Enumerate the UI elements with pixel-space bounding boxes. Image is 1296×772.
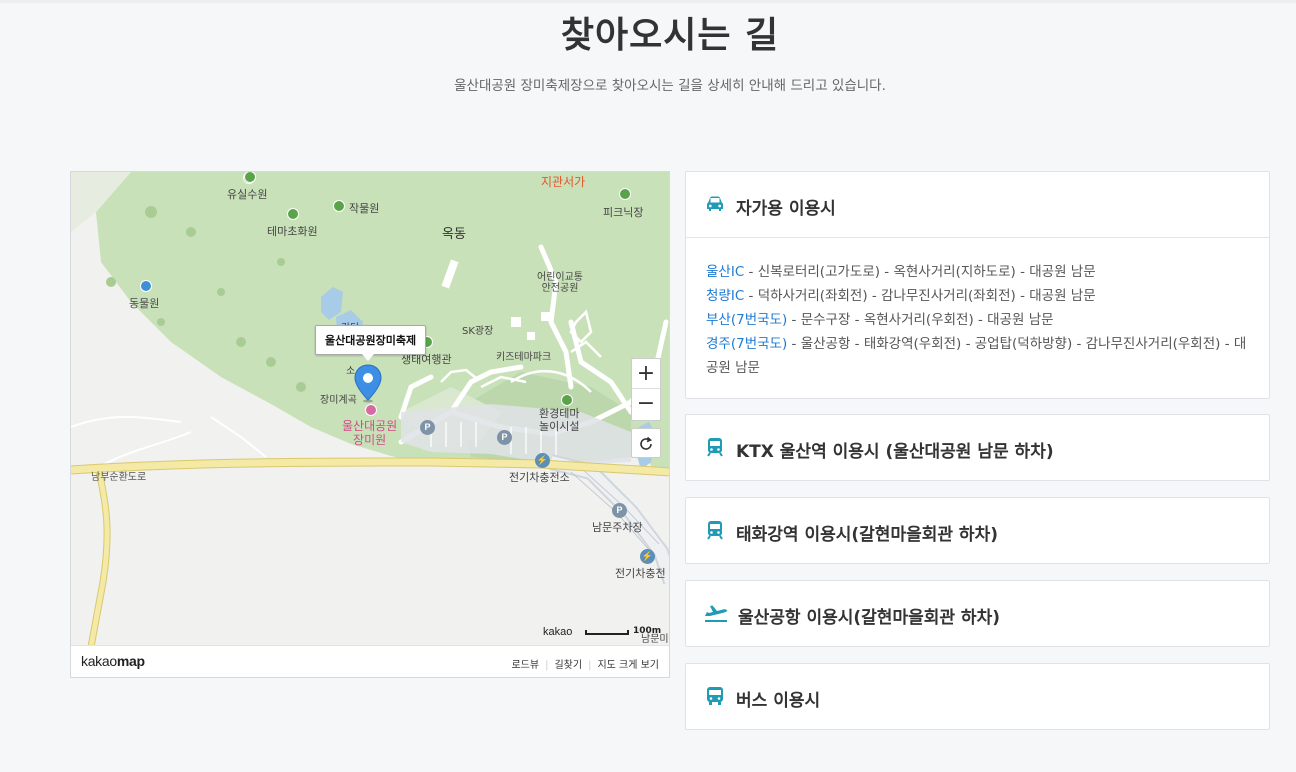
- section-airport-title[interactable]: 울산공항 이용시(갈현마을회관 하차): [738, 603, 1000, 628]
- refresh-button[interactable]: [631, 428, 661, 458]
- tree-icon: [561, 394, 573, 406]
- route-origin: 부산(7번국도): [706, 312, 788, 328]
- picnic-icon: [619, 188, 631, 200]
- logo-bold-text: map: [116, 653, 145, 669]
- tree-icon: [333, 200, 345, 212]
- map-label-jigwan[interactable]: 지관서가: [541, 173, 585, 190]
- section-car: 자가용 이용시 울산IC - 신복로터리(고가도로) - 옥현사거리(지하도로)…: [685, 171, 1270, 399]
- top-divider: [0, 0, 1296, 3]
- zoo-icon: [140, 280, 152, 292]
- kakao-map[interactable]: P P P ⚡ ⚡ 지관서가 유실수원 작물원 테마초화원 옥동 피크닉장 동물…: [70, 171, 670, 678]
- rose-garden-icon: [365, 404, 377, 416]
- section-ktx-header[interactable]: KTX 울산역 이용시 (울산대공원 남문 하차): [686, 415, 1269, 480]
- map-label-env-theme[interactable]: 환경테마 놀이시설: [539, 407, 579, 433]
- scale-brand: kakao: [543, 626, 573, 638]
- zoom-out-button[interactable]: −: [632, 389, 660, 419]
- section-airport-header[interactable]: 울산공항 이용시(갈현마을회관 하차): [686, 581, 1269, 646]
- map-label-temacho[interactable]: 테마초화원: [267, 223, 318, 239]
- map-footer-links: 로드뷰 | 길찾기 | 지도 크게 보기: [511, 656, 659, 671]
- route-item: 울산IC - 신복로터리(고가도로) - 옥현사거리(지하도로) - 대공원 남…: [706, 260, 1249, 284]
- logo-light-text: kakao: [81, 653, 117, 669]
- map-footer: kakaomap 로드뷰 | 길찾기 | 지도 크게 보기: [71, 645, 669, 677]
- parking-icon: P: [420, 420, 435, 435]
- section-taehwagang-header[interactable]: 태화강역 이용시(갈현마을회관 하차): [686, 498, 1269, 563]
- zoom-control: + −: [631, 358, 661, 421]
- train-icon: [707, 521, 723, 540]
- route-item: 청량IC - 덕하사거리(좌회전) - 감나무진사거리(좌회전) - 대공원 남…: [706, 284, 1249, 308]
- train-icon: [707, 438, 723, 457]
- zoom-in-button[interactable]: +: [632, 359, 660, 389]
- map-label-yusil[interactable]: 유실수원: [227, 186, 267, 202]
- section-car-header[interactable]: 자가용 이용시: [686, 172, 1269, 237]
- map-label-kids[interactable]: 키즈테마파크: [496, 348, 551, 363]
- refresh-icon: [640, 436, 653, 450]
- parking-icon: P: [497, 430, 512, 445]
- map-label-ev2[interactable]: 전기차충전: [615, 565, 666, 581]
- parking-icon: P: [612, 503, 627, 518]
- map-label-child-safety[interactable]: 어린이교통 안전공원: [537, 272, 583, 294]
- tree-icon: [287, 208, 299, 220]
- map-label-picnic[interactable]: 피크닉장: [603, 204, 643, 220]
- airplane-icon: [705, 605, 727, 622]
- ev-charger-icon: ⚡: [535, 453, 550, 468]
- section-taehwagang[interactable]: 태화강역 이용시(갈현마을회관 하차): [685, 497, 1270, 564]
- bus-icon: [707, 687, 723, 705]
- route-path: - 울산공항 - 태화강역(우회전) - 공업탑(덕하방향) - 감나무진사거리…: [706, 336, 1247, 376]
- map-info-window[interactable]: 울산대공원장미축제: [315, 325, 427, 361]
- section-bus-header[interactable]: 버스 이용시: [686, 664, 1269, 729]
- route-path: - 덕하사거리(좌회전) - 감나무진사거리(좌회전) - 대공원 남문: [744, 288, 1096, 304]
- directions-link[interactable]: 길찾기: [554, 656, 582, 671]
- map-label-zoo[interactable]: 동물원: [129, 295, 159, 311]
- route-origin: 청량IC: [706, 288, 745, 304]
- kakao-map-logo[interactable]: kakaomap: [81, 653, 145, 669]
- section-bus-title[interactable]: 버스 이용시: [736, 686, 820, 711]
- section-bus[interactable]: 버스 이용시: [685, 663, 1270, 730]
- section-car-title[interactable]: 자가용 이용시: [736, 194, 836, 219]
- location-marker-icon[interactable]: [353, 363, 383, 403]
- tree-icon: [244, 172, 256, 183]
- map-label-road: 남부순환도로: [91, 472, 147, 483]
- section-airport[interactable]: 울산공항 이용시(갈현마을회관 하차): [685, 580, 1270, 647]
- page-title: 찾아오시는 길: [560, 15, 780, 56]
- ev-charger-icon: ⚡: [640, 549, 655, 564]
- page-subtitle: 울산대공원 장미축제장으로 찾아오시는 길을 상세히 안내해 드리고 있습니다.: [454, 78, 886, 94]
- roadview-link[interactable]: 로드뷰: [511, 656, 539, 671]
- section-ktx-title[interactable]: KTX 울산역 이용시 (울산대공원 남문 하차): [736, 437, 1054, 462]
- map-enlarge-link[interactable]: 지도 크게 보기: [597, 656, 659, 671]
- route-path: - 문수구장 - 옥현사거리(우회전) - 대공원 남문: [787, 312, 1054, 328]
- route-origin: 경주(7번국도): [706, 336, 788, 352]
- section-car-body: 울산IC - 신복로터리(고가도로) - 옥현사거리(지하도로) - 대공원 남…: [686, 237, 1269, 398]
- route-item: 경주(7번국도) - 울산공항 - 태화강역(우회전) - 공업탑(덕하방향) …: [706, 332, 1249, 380]
- car-icon: [707, 196, 723, 211]
- map-label-south-parking[interactable]: 남문주차장: [592, 519, 643, 535]
- map-label-ev1[interactable]: 전기차충전소: [509, 469, 570, 485]
- map-label-sk[interactable]: SK광장: [462, 322, 493, 337]
- map-label-park-rose[interactable]: 울산대공원 장미원: [342, 419, 397, 447]
- route-item: 부산(7번국도) - 문수구장 - 옥현사거리(우회전) - 대공원 남문: [706, 308, 1249, 332]
- scale-bar: [585, 630, 629, 635]
- route-origin: 울산IC: [706, 264, 745, 280]
- section-taehwagang-title[interactable]: 태화강역 이용시(갈현마을회관 하차): [736, 520, 998, 545]
- map-label-okdong: 옥동: [442, 227, 466, 242]
- route-path: - 신복로터리(고가도로) - 옥현사거리(지하도로) - 대공원 남문: [744, 264, 1096, 280]
- map-label-jangmul[interactable]: 작물원: [349, 200, 379, 216]
- section-ktx[interactable]: KTX 울산역 이용시 (울산대공원 남문 하차): [685, 414, 1270, 481]
- scale-value: 100m: [633, 626, 662, 636]
- map-label-rose-valley[interactable]: 장미계곡: [320, 391, 357, 406]
